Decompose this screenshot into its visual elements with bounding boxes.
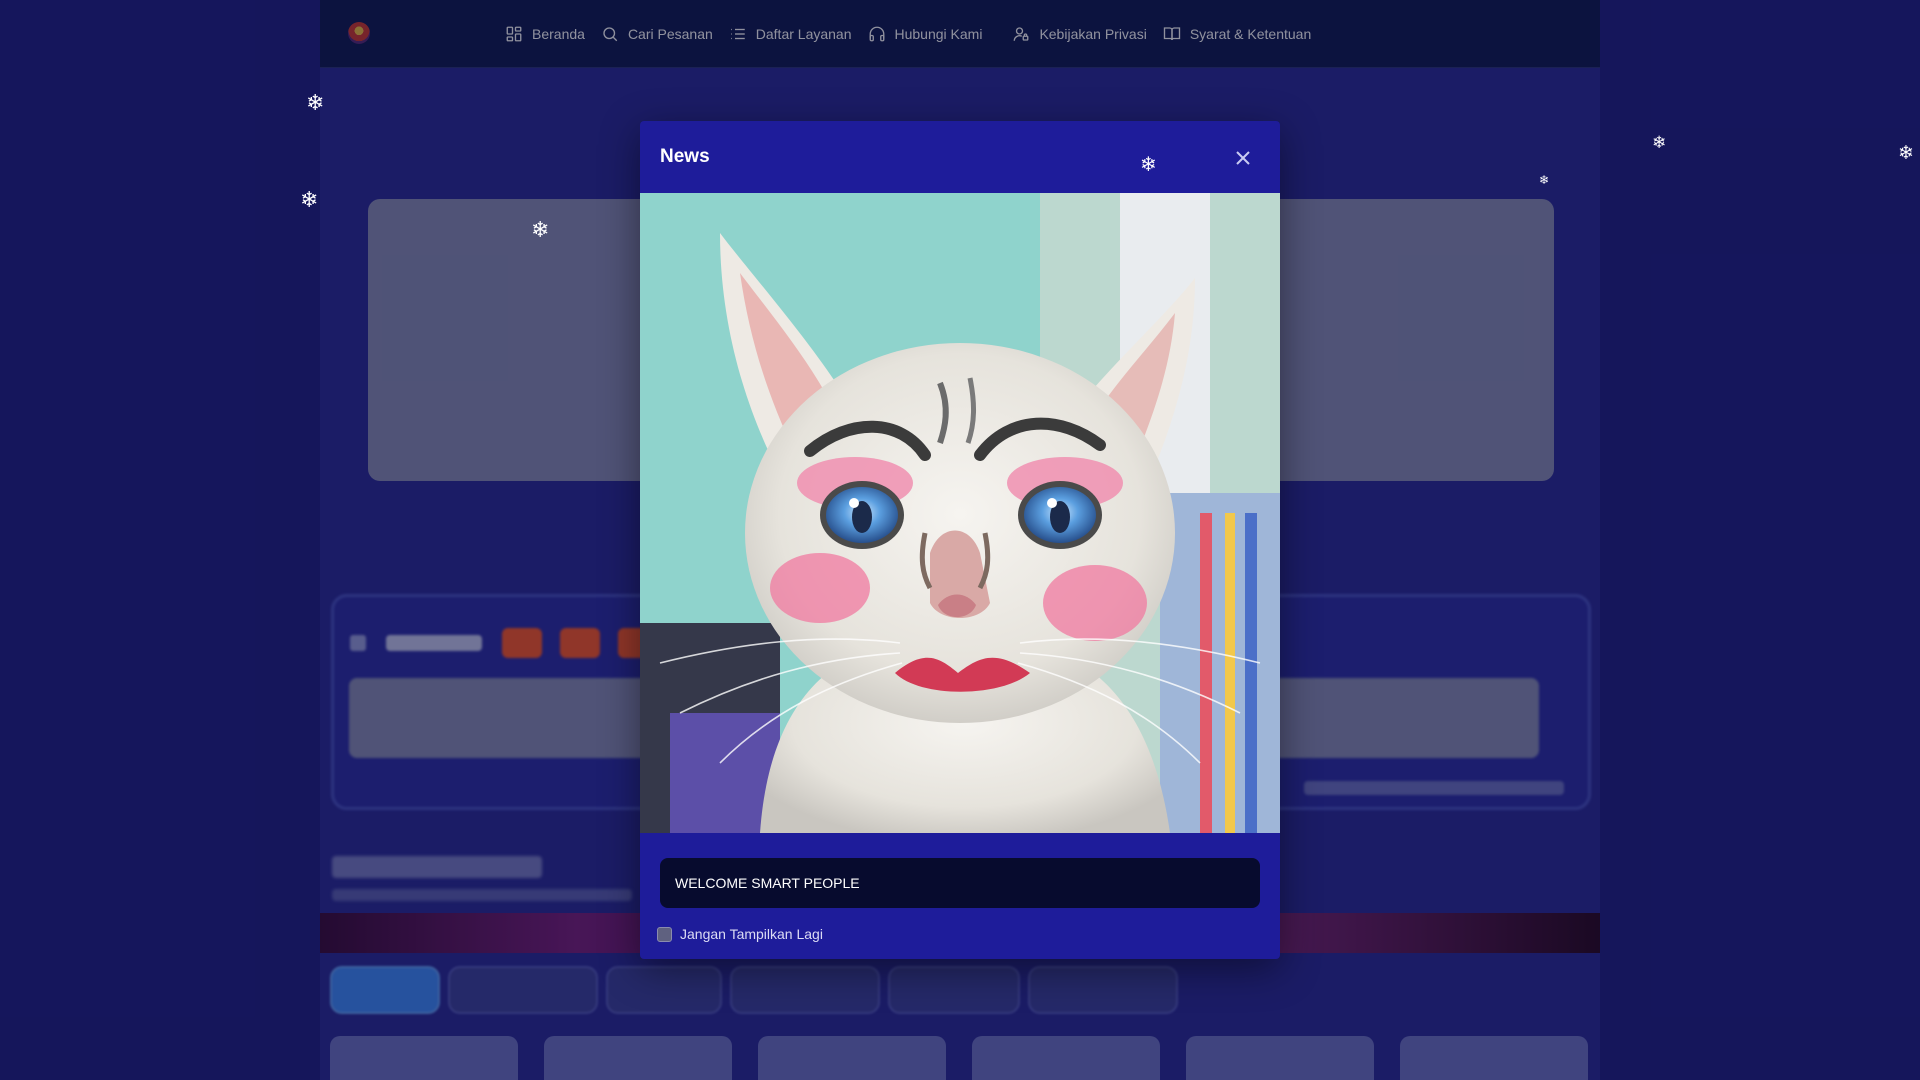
news-modal: News WELCOME SMART PEOPLE Jangan Tampilk… [640, 121, 1280, 959]
dont-show-again-checkbox[interactable]: Jangan Tampilkan Lagi [657, 926, 823, 942]
news-image [640, 193, 1280, 833]
dont-show-again-label: Jangan Tampilkan Lagi [680, 926, 823, 942]
news-message: WELCOME SMART PEOPLE [660, 858, 1260, 908]
snowflake-icon: ❄ [300, 187, 319, 212]
snowflake-icon: ❄ [1898, 143, 1914, 164]
snowflake-icon: ❄ [1539, 173, 1550, 187]
close-button[interactable] [1228, 143, 1258, 173]
cat-photo [640, 193, 1280, 833]
modal-header: News [640, 121, 1280, 193]
snowflake-icon: ❄ [1652, 133, 1667, 152]
close-icon [1236, 151, 1250, 165]
modal-title: News [660, 146, 710, 167]
snowflake-icon: ❄ [531, 217, 550, 242]
snowflake-icon: ❄ [306, 90, 325, 115]
snowflake-icon: ❄ [1140, 154, 1157, 176]
checkbox-box[interactable] [657, 926, 672, 942]
